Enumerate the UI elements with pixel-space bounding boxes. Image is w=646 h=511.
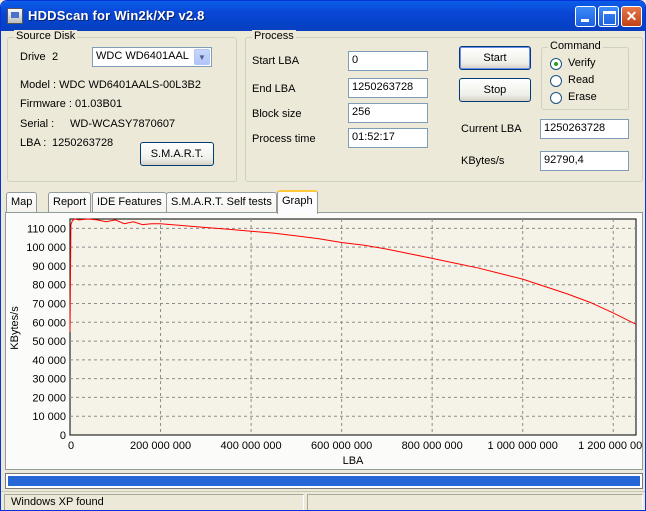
chevron-down-icon[interactable]: ▼ [194, 49, 210, 65]
drive-select[interactable]: WDC WD6401AAL ▼ [92, 47, 212, 67]
process-group: Process Start LBA 0 End LBA 1250263728 B… [245, 30, 643, 182]
drive-label: Drive [20, 51, 46, 63]
graph-panel: 0 10 000 20 000 30 000 40 000 50 000 60 000 70 … [5, 212, 645, 470]
firmware-text: Firmware : 01.03B01 [20, 98, 123, 110]
x-tick-label: 1 000 000 000 [488, 440, 558, 452]
x-tick-label: 800 000 000 [402, 440, 463, 452]
drive-select-value: WDC WD6401AAL [96, 50, 189, 62]
tab-map[interactable]: Map [6, 192, 38, 212]
process-time-label: Process time [252, 133, 316, 145]
x-tick-label: 200 000 000 [130, 440, 191, 452]
lba-label: LBA : [20, 137, 47, 149]
x-tick-label: 600 000 000 [311, 440, 372, 452]
command-group: Command Verify Read Erase [541, 40, 629, 110]
x-axis-label: LBA [343, 455, 364, 467]
lba-value: 1250263728 [52, 137, 114, 149]
y-tick-label: 100 000 [26, 242, 66, 254]
progress-bar [5, 473, 643, 489]
app-icon [7, 8, 23, 24]
minimize-button[interactable] [575, 6, 596, 27]
read-label[interactable]: Read [568, 74, 594, 86]
start-lba-input[interactable]: 0 [348, 51, 428, 71]
y-tick-label: 80 000 [32, 280, 66, 292]
read-radio[interactable] [550, 75, 562, 87]
status-pane-right [307, 494, 643, 510]
close-button[interactable] [621, 6, 642, 27]
tab-graph[interactable]: Graph [277, 190, 318, 214]
y-axis-label: KBytes/s [9, 306, 21, 350]
kbytes-label: KBytes/s [461, 155, 505, 167]
status-text: Windows XP found [4, 494, 304, 510]
erase-radio[interactable] [550, 92, 562, 104]
serial-value: WD-WCASY7870607 [70, 118, 176, 130]
progress-fill [8, 476, 640, 486]
y-tick-label: 10 000 [32, 411, 66, 423]
status-bar: Windows XP found [1, 491, 645, 510]
end-lba-input[interactable]: 1250263728 [348, 78, 428, 98]
throughput-chart: 0 10 000 20 000 30 000 40 000 50 000 60 000 70 … [9, 218, 645, 467]
process-label: Process [252, 30, 296, 42]
start-button[interactable]: Start [459, 46, 531, 70]
model-text: Model : WDC WD6401AALS-00L3B2 [20, 79, 201, 91]
start-lba-label: Start LBA [252, 55, 300, 67]
smart-button[interactable]: S.M.A.R.T. [140, 142, 214, 166]
process-time-field: 01:52:17 [348, 128, 428, 148]
current-lba-field: 1250263728 [540, 119, 629, 139]
plot-area [69, 218, 637, 436]
window-title: HDDScan for Win2k/XP v2.8 [28, 8, 205, 23]
maximize-button[interactable] [598, 6, 619, 27]
main-window: HDDScan for Win2k/XP v2.8 Source Disk Dr… [0, 0, 646, 511]
y-tick-label: 0 [60, 430, 66, 442]
x-tick-label: 400 000 000 [220, 440, 281, 452]
kbytes-field: 92790,4 [540, 151, 629, 171]
x-tick-label: 0 [68, 440, 74, 452]
y-tick-label: 60 000 [32, 317, 66, 329]
source-disk-group: Source Disk Drive 2 WDC WD6401AAL ▼ Mode… [7, 30, 237, 182]
y-tick-label: 50 000 [32, 336, 66, 348]
verify-label[interactable]: Verify [568, 57, 596, 69]
tab-report[interactable]: Report [48, 192, 92, 212]
erase-label[interactable]: Erase [568, 91, 597, 103]
y-tick-label: 40 000 [32, 355, 66, 367]
y-tick-label: 70 000 [32, 299, 66, 311]
current-lba-label: Current LBA [461, 123, 522, 135]
drive-number: 2 [52, 51, 59, 63]
stop-button[interactable]: Stop [459, 78, 531, 102]
end-lba-label: End LBA [252, 83, 296, 95]
y-tick-label: 30 000 [32, 374, 66, 386]
y-tick-label: 90 000 [32, 261, 66, 273]
tab-smart-self-tests[interactable]: S.M.A.R.T. Self tests [166, 192, 277, 212]
block-size-label: Block size [252, 108, 302, 120]
title-bar[interactable]: HDDScan for Win2k/XP v2.8 [1, 1, 645, 31]
serial-label: Serial : [20, 118, 55, 130]
y-tick-label: 110 000 [27, 223, 66, 235]
tab-ide-features[interactable]: IDE Features [92, 192, 167, 212]
y-tick-label: 20 000 [32, 392, 66, 404]
x-tick-label: 1 200 000 000 [578, 440, 642, 452]
verify-radio[interactable] [550, 58, 562, 70]
command-label: Command [548, 40, 603, 52]
source-disk-label: Source Disk [14, 30, 78, 42]
block-size-input[interactable]: 256 [348, 103, 428, 123]
